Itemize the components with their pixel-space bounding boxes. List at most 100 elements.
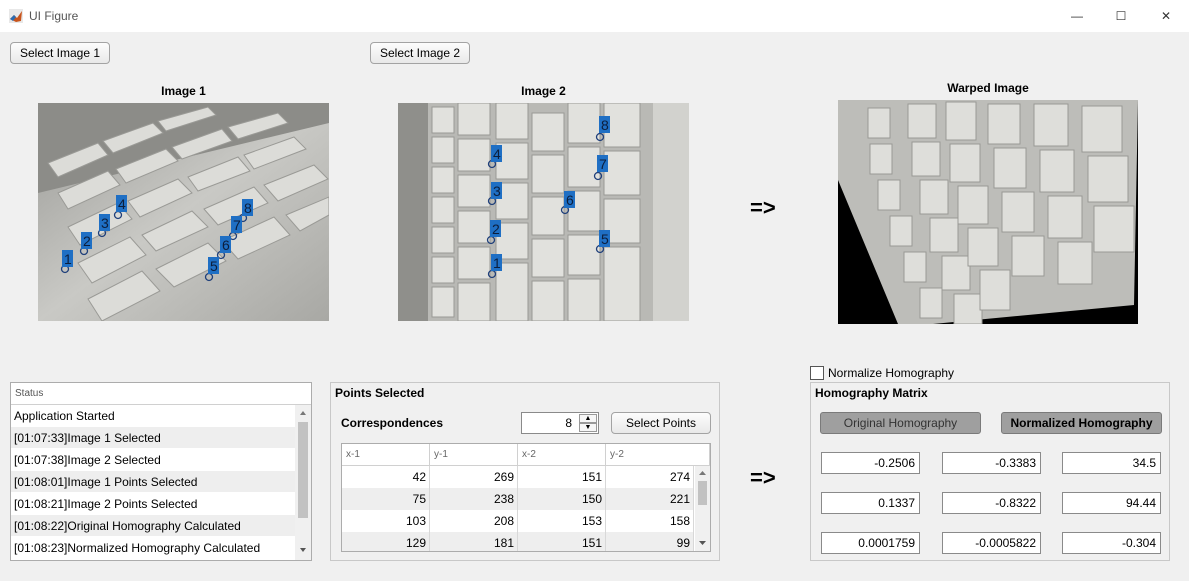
table-cell[interactable]: 103 [342, 510, 430, 532]
image-1-point-label: 1 [64, 251, 72, 267]
table-cell[interactable]: 274 [606, 466, 694, 488]
image-2-point-label: 2 [492, 221, 500, 237]
maximize-button[interactable]: ☐ [1098, 0, 1144, 32]
table-cell[interactable]: 151 [518, 532, 606, 551]
normalize-homography-checkbox[interactable] [810, 366, 824, 380]
title-bar: UI Figure — ☐ ✕ [0, 0, 1189, 32]
select-image-2-button[interactable]: Select Image 2 [370, 42, 470, 64]
warped-image-axes[interactable] [838, 100, 1138, 324]
scroll-down-arrow-icon [300, 548, 306, 552]
table-cell[interactable]: 208 [430, 510, 518, 532]
table-row[interactable]: 75 238 150 221 [342, 488, 694, 510]
table-cell[interactable]: 42 [342, 466, 430, 488]
table-cell[interactable]: 158 [606, 510, 694, 532]
table-cell[interactable]: 269 [430, 466, 518, 488]
table-cell[interactable]: 153 [518, 510, 606, 532]
table-row[interactable]: 129 181 151 99 [342, 532, 694, 551]
normalize-homography-label[interactable]: Normalize Homography [828, 366, 954, 380]
image-1-point-label: 6 [222, 237, 230, 253]
matrix-cell[interactable]: 34.5 [1062, 452, 1161, 474]
scroll-down-arrow-icon [699, 541, 706, 545]
status-scrollbar[interactable] [295, 405, 311, 560]
image-1-title: Image 1 [161, 84, 206, 98]
table-scrollbar[interactable] [695, 466, 710, 551]
transform-arrow: => [750, 195, 776, 220]
window-title: UI Figure [29, 9, 79, 23]
status-item[interactable]: [01:08:21]Image 2 Points Selected [11, 493, 295, 515]
minimize-button[interactable]: — [1054, 0, 1100, 32]
spinner-up-icon[interactable]: ▲ [579, 414, 597, 423]
original-homography-toggle[interactable]: Original Homography [820, 412, 981, 434]
matrix-cell[interactable]: 0.1337 [821, 492, 920, 514]
image-2-title: Image 2 [521, 84, 566, 98]
image-2-point-label: 6 [566, 192, 574, 208]
status-item[interactable]: Application Started [11, 405, 295, 427]
matrix-cell[interactable]: 94.44 [1062, 492, 1161, 514]
scroll-thumb [298, 422, 308, 518]
homography-panel-title: Homography Matrix [815, 386, 928, 400]
table-cell[interactable]: 129 [342, 532, 430, 551]
image-1-point-label: 8 [244, 200, 252, 216]
image-2-axes[interactable]: 1 2 3 4 5 6 7 8 [398, 103, 689, 321]
table-cell[interactable]: 150 [518, 488, 606, 510]
scroll-thumb [698, 481, 707, 505]
status-item[interactable]: [01:07:33]Image 1 Selected [11, 427, 295, 449]
matrix-arrow: => [750, 465, 776, 490]
matrix-cell[interactable]: -0.2506 [821, 452, 920, 474]
matrix-cell[interactable]: -0.8322 [942, 492, 1041, 514]
warped-image-title: Warped Image [947, 81, 1029, 95]
select-image-1-button[interactable]: Select Image 1 [10, 42, 110, 64]
table-cell[interactable]: 238 [430, 488, 518, 510]
close-button[interactable]: ✕ [1143, 0, 1189, 32]
image-1-point-label: 3 [101, 215, 109, 231]
image-2-point-label: 8 [601, 117, 609, 133]
status-list[interactable]: Application Started [01:07:33]Image 1 Se… [11, 405, 295, 559]
table-cell[interactable]: 75 [342, 488, 430, 510]
homography-matrix-panel: Homography Matrix Original Homography No… [810, 382, 1170, 561]
status-item[interactable]: [01:07:38]Image 2 Selected [11, 449, 295, 471]
image-2-point-label: 4 [493, 146, 501, 162]
column-header-x2[interactable]: x-2 [518, 444, 606, 466]
table-cell[interactable]: 99 [606, 532, 694, 551]
matrix-cell[interactable]: -0.0005822 [942, 532, 1041, 554]
image-2-point-label: 5 [601, 231, 609, 247]
image-1-point-label: 4 [118, 196, 126, 212]
status-header: Status [11, 383, 311, 405]
image-1-axes[interactable]: 1 2 3 4 5 6 7 8 [38, 103, 329, 321]
status-item[interactable]: [01:08:23]Normalized Homography Calculat… [11, 537, 295, 559]
column-header-y1[interactable]: y-1 [430, 444, 518, 466]
column-header-x1[interactable]: x-1 [342, 444, 430, 466]
warped-keyboard-photo [838, 100, 1138, 324]
keyboard-photo-1: 1 2 3 4 5 6 7 8 [38, 103, 329, 321]
table-row[interactable]: 103 208 153 158 [342, 510, 694, 532]
correspondences-spinner[interactable]: 8 ▲ ▼ [521, 412, 599, 434]
keyboard-photo-2: 1 2 3 4 5 6 7 8 [398, 103, 689, 321]
image-1-point-label: 7 [233, 217, 241, 233]
correspondences-value[interactable]: 8 [565, 416, 572, 430]
matrix-cell[interactable]: -0.304 [1062, 532, 1161, 554]
column-header-y2[interactable]: y-2 [606, 444, 710, 466]
table-cell[interactable]: 221 [606, 488, 694, 510]
matlab-app-icon [9, 9, 23, 23]
correspondences-label: Correspondences [341, 416, 444, 430]
status-listbox[interactable]: Status Application Started [01:07:33]Ima… [10, 382, 312, 561]
status-item[interactable]: [01:08:01]Image 1 Points Selected [11, 471, 295, 493]
status-item[interactable]: [01:08:22]Original Homography Calculated [11, 515, 295, 537]
scroll-up-arrow-icon [699, 471, 706, 475]
table-cell[interactable]: 181 [430, 532, 518, 551]
table-cell[interactable]: 151 [518, 466, 606, 488]
image-1-point-label: 2 [83, 233, 91, 249]
table-row[interactable]: 42 269 151 274 [342, 466, 694, 488]
image-2-point-label: 3 [493, 183, 501, 199]
select-points-button[interactable]: Select Points [611, 412, 711, 434]
matrix-cell[interactable]: 0.0001759 [821, 532, 920, 554]
points-panel-title: Points Selected [335, 386, 425, 400]
normalized-homography-toggle[interactable]: Normalized Homography [1001, 412, 1162, 434]
scroll-up-arrow-icon [300, 411, 306, 415]
image-2-point-label: 1 [493, 255, 501, 271]
spinner-down-icon[interactable]: ▼ [579, 423, 597, 432]
matrix-cell[interactable]: -0.3383 [942, 452, 1041, 474]
points-selected-panel: Points Selected Correspondences 8 ▲ ▼ Se… [330, 382, 720, 561]
image-2-point-label: 7 [599, 156, 607, 172]
points-table[interactable]: x-1 y-1 x-2 y-2 42 269 151 274 75 238 15… [341, 443, 711, 552]
